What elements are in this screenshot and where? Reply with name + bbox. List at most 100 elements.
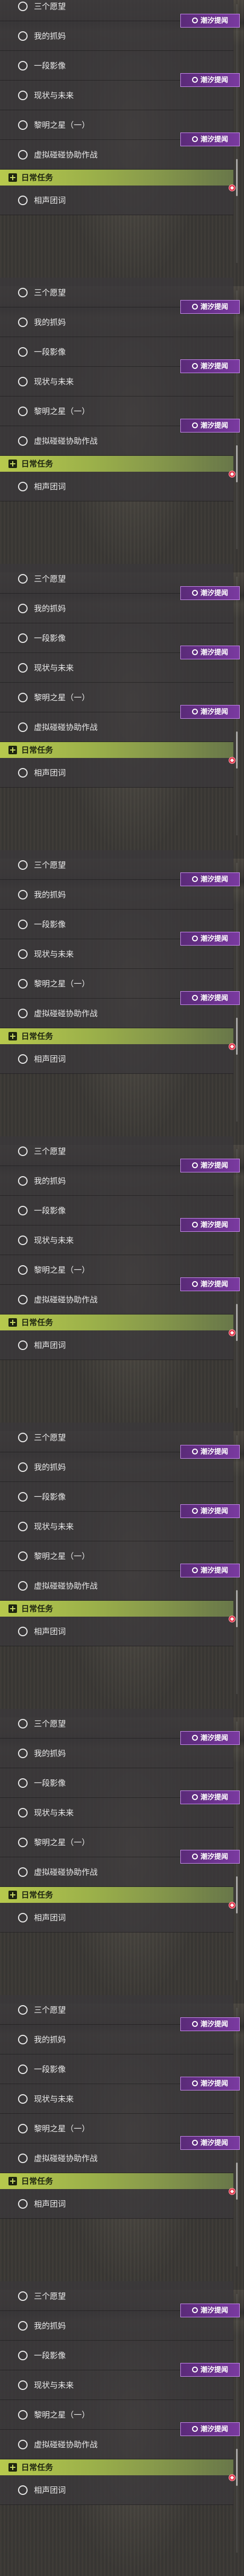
quest-status-circle-icon	[18, 1807, 28, 1818]
event-tag-icon	[191, 422, 198, 428]
event-badge-text: 潮汐提闻	[200, 17, 228, 25]
quest-title: 黎明之星（一）	[34, 693, 90, 702]
section-title: 日常任务	[21, 1031, 54, 1041]
event-badge: 潮汐提闻	[180, 73, 240, 87]
quest-status-circle-icon	[18, 1581, 28, 1591]
quest-status-circle-icon	[18, 60, 28, 70]
scrollbar-thumb[interactable]	[236, 2163, 238, 2200]
event-tag-icon	[191, 995, 198, 1001]
quest-title: 一段影像	[34, 2351, 66, 2360]
quest-title: 虚拟碰碰协助作战	[34, 1295, 98, 1304]
daily-quest-section-header[interactable]: 日常任务	[0, 170, 233, 186]
daily-quest-section-header[interactable]: 日常任务	[0, 1315, 233, 1330]
quest-title: 三个愿望	[34, 1146, 66, 1156]
quest-status-circle-icon	[18, 1718, 28, 1728]
event-tag-icon	[191, 2307, 198, 2313]
quest-category-icon	[8, 1318, 17, 1327]
daily-quest-section-header[interactable]: 日常任务	[0, 1887, 233, 1903]
scrollbar-thumb[interactable]	[236, 1018, 238, 1055]
quest-title: 黎明之星（一）	[34, 1551, 90, 1561]
event-badge-text: 潮汐提闻	[200, 76, 228, 84]
quest-status-circle-icon	[18, 1054, 28, 1064]
quest-status-circle-icon	[18, 692, 28, 702]
quest-status-circle-icon	[18, 767, 28, 778]
daily-quest-row[interactable]: 相声团词	[0, 757, 236, 788]
event-badge: 潮汐提闻	[180, 2422, 240, 2436]
quest-list-panel: 三个愿望 我的抓妈 一段影像 现状与未来 黎明之星（一） 虚拟碰碰协助作战 潮汐提闻 潮汐提闻…	[0, 564, 244, 859]
quest-status-circle-icon	[18, 1626, 28, 1636]
quest-status-circle-icon	[18, 889, 28, 899]
daily-quest-section-header[interactable]: 日常任务	[0, 2173, 233, 2189]
scrollbar-thumb[interactable]	[236, 445, 238, 482]
quest-status-circle-icon	[18, 2094, 28, 2104]
section-title: 日常任务	[21, 1318, 54, 1327]
quest-title: 三个愿望	[34, 2, 66, 11]
daily-quest-row[interactable]: 相声团词	[0, 1616, 236, 1646]
quest-list-panel: 三个愿望 我的抓妈 一段影像 现状与未来 黎明之星（一） 虚拟碰碰协助作战 潮汐提闻 潮汐提闻…	[0, 278, 244, 572]
scrollbar-thumb[interactable]	[236, 1876, 238, 1913]
event-badge-text: 潮汐提闻	[200, 589, 228, 597]
event-badge-text: 潮汐提闻	[200, 2080, 228, 2088]
daily-quest-section-header[interactable]: 日常任务	[0, 456, 233, 472]
event-badge: 潮汐提闻	[180, 1850, 240, 1864]
scrollbar-thumb[interactable]	[236, 2449, 238, 2486]
scrollbar-thumb[interactable]	[236, 1590, 238, 1627]
scrollbar-thumb[interactable]	[236, 731, 238, 769]
scrollbar-thumb[interactable]	[236, 1304, 238, 1341]
event-badge-text: 潮汐提闻	[200, 935, 228, 943]
event-badge: 潮汐提闻	[180, 705, 240, 719]
daily-quest-section-header[interactable]: 日常任务	[0, 1601, 233, 1617]
section-title: 日常任务	[21, 745, 54, 755]
daily-quest-row[interactable]: 相声团词	[0, 2474, 236, 2505]
quest-title: 我的抓妈	[34, 1462, 66, 1472]
scrollbar-thumb[interactable]	[236, 159, 238, 196]
quest-list-panel: 三个愿望 我的抓妈 一段影像 现状与未来 黎明之星（一） 虚拟碰碰协助作战 潮汐提闻 潮汐提闻…	[0, 1136, 244, 1431]
event-badge: 潮汐提闻	[180, 1790, 240, 1804]
quest-status-circle-icon	[18, 1837, 28, 1847]
quest-title: 虚拟碰碰协助作战	[34, 1867, 98, 1877]
event-badge: 潮汐提闻	[180, 646, 240, 659]
daily-quest-section-header[interactable]: 日常任务	[0, 2459, 233, 2475]
daily-quest-row[interactable]: 相声团词	[0, 184, 236, 215]
event-tag-icon	[191, 1449, 198, 1454]
quest-title: 相声团词	[34, 2485, 66, 2495]
quest-category-icon	[8, 1604, 17, 1613]
event-badge: 潮汐提闻	[180, 991, 240, 1005]
section-title: 日常任务	[21, 1604, 54, 1613]
quest-title: 三个愿望	[34, 2005, 66, 2015]
event-tag-icon	[191, 304, 198, 310]
event-tag-icon	[191, 1222, 198, 1228]
quest-status-circle-icon	[18, 1462, 28, 1472]
quest-status-circle-icon	[18, 603, 28, 613]
daily-quest-row[interactable]: 相声团词	[0, 1902, 236, 1933]
quest-status-circle-icon	[18, 949, 28, 959]
quest-title: 黎明之星（一）	[34, 120, 90, 130]
event-badge-text: 潮汐提闻	[200, 363, 228, 370]
section-title: 日常任务	[21, 1890, 54, 1900]
daily-quest-row[interactable]: 相声团词	[0, 471, 236, 501]
quest-status-circle-icon	[18, 1492, 28, 1502]
event-badge-text: 潮汐提闻	[200, 422, 228, 430]
daily-quest-section-header[interactable]: 日常任务	[0, 742, 233, 758]
event-badge-text: 潮汐提闻	[200, 1734, 228, 1742]
quest-title: 黎明之星（一）	[34, 979, 90, 989]
daily-quest-row[interactable]: 相声团词	[0, 1043, 236, 1074]
event-tag-icon	[191, 1854, 198, 1859]
quest-title: 一段影像	[34, 633, 66, 643]
event-tag-icon	[191, 1794, 198, 1800]
quest-status-circle-icon	[18, 1867, 28, 1877]
quest-list-panel: 三个愿望 我的抓妈 一段影像 现状与未来 黎明之星（一） 虚拟碰碰协助作战 潮汐提闻 潮汐提闻…	[0, 1709, 244, 2004]
daily-quest-section-header[interactable]: 日常任务	[0, 1028, 233, 1044]
quest-title: 我的抓妈	[34, 317, 66, 327]
quest-title: 现状与未来	[34, 1236, 74, 1245]
quest-title: 我的抓妈	[34, 890, 66, 899]
quest-status-circle-icon	[18, 663, 28, 673]
event-tag-icon	[191, 363, 198, 369]
quest-status-circle-icon	[18, 1340, 28, 1350]
daily-quest-row[interactable]: 相声团词	[0, 2188, 236, 2219]
quest-status-circle-icon	[18, 376, 28, 386]
daily-quest-row[interactable]: 相声团词	[0, 1329, 236, 1360]
quest-status-circle-icon	[18, 978, 28, 989]
event-badge-text: 潮汐提闻	[200, 1221, 228, 1229]
event-badge: 潮汐提闻	[180, 586, 240, 600]
